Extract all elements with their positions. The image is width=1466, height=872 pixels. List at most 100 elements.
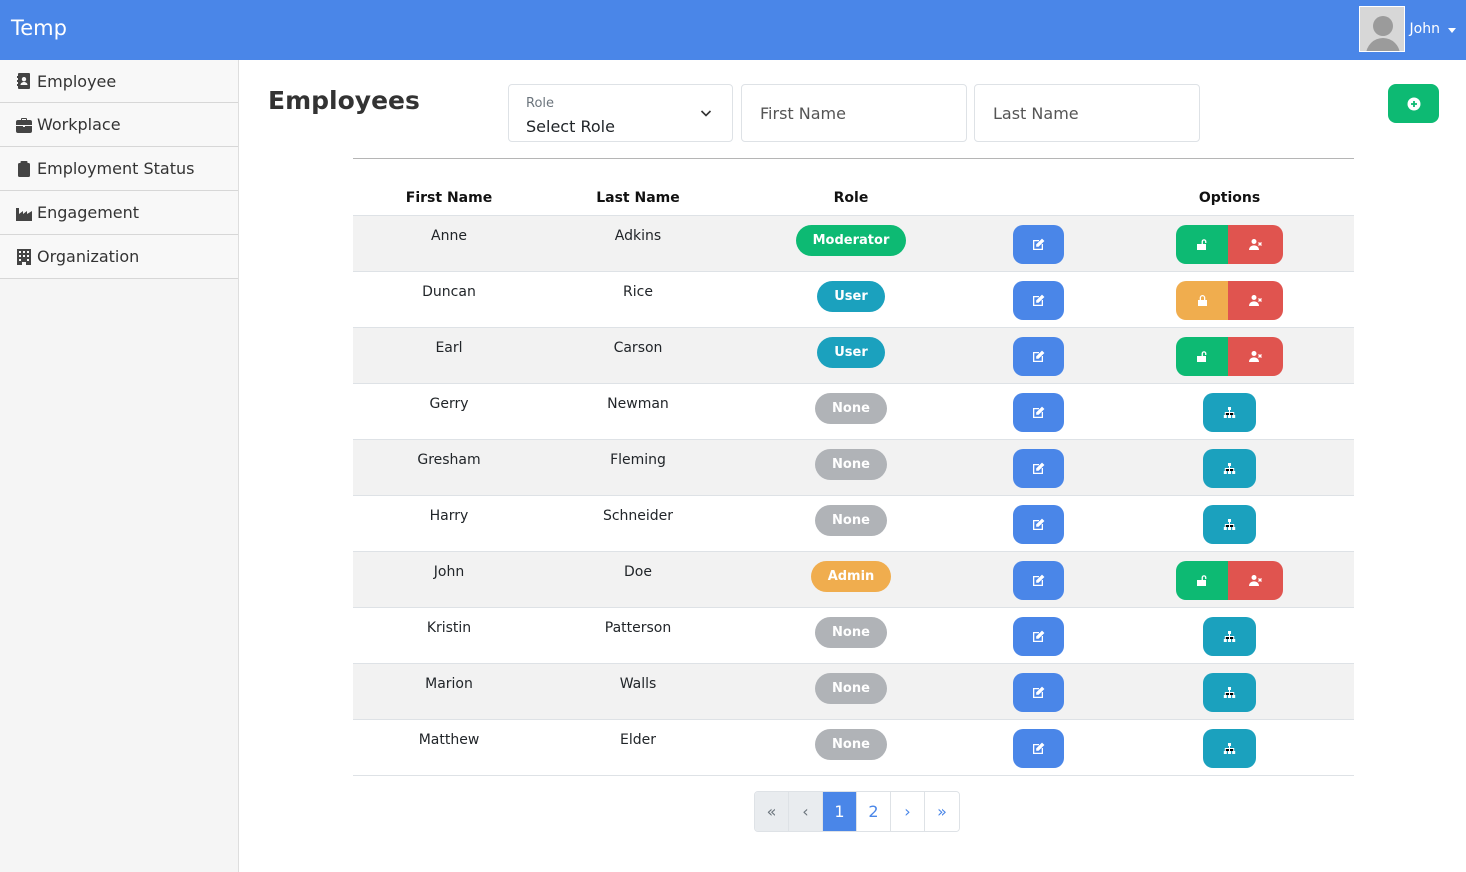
- edit-button[interactable]: [1012, 672, 1064, 712]
- options-cell: [1105, 663, 1354, 720]
- brand-title[interactable]: Temp: [11, 16, 67, 40]
- first-name-filter-input[interactable]: [741, 84, 967, 142]
- page-2-button[interactable]: 2: [857, 792, 891, 831]
- chevron-down-icon: [700, 110, 712, 117]
- role-badge: None: [815, 504, 887, 536]
- hierarchy-button[interactable]: [1203, 728, 1256, 768]
- hierarchy-button[interactable]: [1203, 672, 1256, 712]
- edit-button[interactable]: [1012, 392, 1064, 432]
- edit-button[interactable]: [1012, 504, 1064, 544]
- first-name-cell: Kristin: [353, 607, 545, 664]
- edit-cell: [971, 663, 1105, 720]
- page-first-button[interactable]: «: [755, 792, 789, 831]
- edit-icon: [1032, 630, 1044, 642]
- remove-account-button[interactable]: [1228, 560, 1283, 600]
- edit-icon: [1032, 238, 1044, 250]
- page-1-button[interactable]: 1: [823, 792, 857, 831]
- role-select[interactable]: Role Select Role: [508, 84, 733, 142]
- sidebar-item-organization[interactable]: Organization: [0, 235, 238, 279]
- column-header: Options: [1105, 159, 1354, 216]
- lock-account-button[interactable]: [1176, 560, 1228, 600]
- role-cell: None: [731, 383, 971, 440]
- role-cell: Admin: [731, 551, 971, 608]
- role-badge: None: [815, 672, 887, 704]
- sidebar-item-workplace[interactable]: Workplace: [0, 103, 238, 147]
- role-select-value: Select Role: [526, 117, 615, 136]
- column-header: Last Name: [545, 159, 731, 216]
- role-cell: None: [731, 439, 971, 496]
- remove-account-button[interactable]: [1228, 336, 1283, 376]
- clipboard-icon: [18, 160, 30, 177]
- last-name-cell: Newman: [545, 383, 731, 440]
- remove-account-button[interactable]: [1228, 280, 1283, 320]
- hierarchy-button[interactable]: [1203, 504, 1256, 544]
- role-badge: User: [817, 336, 885, 368]
- role-cell: None: [731, 663, 971, 720]
- edit-button[interactable]: [1012, 224, 1064, 264]
- page-next-button[interactable]: ›: [891, 792, 925, 831]
- edit-button[interactable]: [1012, 560, 1064, 600]
- sitemap-icon: [1223, 462, 1236, 474]
- edit-button[interactable]: [1012, 448, 1064, 488]
- first-name-cell: Harry: [353, 495, 545, 552]
- last-name-cell: Carson: [545, 327, 731, 384]
- options-cell: [1105, 215, 1354, 272]
- role-badge: None: [815, 728, 887, 760]
- table-row: Kristin Patterson None: [353, 607, 1354, 664]
- lock-account-button[interactable]: [1176, 224, 1228, 264]
- first-name-cell: Duncan: [353, 271, 545, 328]
- edit-button[interactable]: [1012, 336, 1064, 376]
- edit-button[interactable]: [1012, 616, 1064, 656]
- table-row: Matthew Elder None: [353, 719, 1354, 776]
- edit-button[interactable]: [1012, 728, 1064, 768]
- role-cell: None: [731, 495, 971, 552]
- lock-account-button[interactable]: [1176, 336, 1228, 376]
- edit-icon: [1032, 350, 1044, 362]
- last-name-filter-input[interactable]: [974, 84, 1200, 142]
- table-row: Earl Carson User: [353, 327, 1354, 384]
- lock-icon: [1197, 294, 1207, 306]
- user-remove-icon: [1249, 238, 1262, 250]
- avatar: [1358, 6, 1405, 52]
- edit-cell: [971, 327, 1105, 384]
- table-row: Duncan Rice User: [353, 271, 1354, 328]
- edit-icon: [1032, 574, 1044, 586]
- edit-cell: [971, 439, 1105, 496]
- role-cell: User: [731, 327, 971, 384]
- sidebar-item-label: Organization: [37, 247, 140, 266]
- add-employee-button[interactable]: [1388, 84, 1439, 123]
- edit-icon: [1032, 686, 1044, 698]
- role-cell: None: [731, 607, 971, 664]
- hierarchy-button[interactable]: [1203, 392, 1256, 432]
- employees-table: First Name Last Name Role Options Anne Ad…: [353, 158, 1354, 776]
- role-badge: None: [815, 448, 887, 480]
- edit-button[interactable]: [1012, 280, 1064, 320]
- edit-cell: [971, 607, 1105, 664]
- building-icon: [17, 248, 31, 265]
- sidebar: Employee Workplace Employment Status Eng…: [0, 60, 239, 872]
- sidebar-item-engagement[interactable]: Engagement: [0, 191, 238, 235]
- sitemap-icon: [1223, 686, 1236, 698]
- remove-account-button[interactable]: [1228, 224, 1283, 264]
- unlock-icon: [1196, 238, 1206, 250]
- hierarchy-button[interactable]: [1203, 448, 1256, 488]
- options-cell: [1105, 551, 1354, 608]
- table-row: Harry Schneider None: [353, 495, 1354, 552]
- account-actions-group: [1176, 336, 1283, 376]
- first-name-cell: Marion: [353, 663, 545, 720]
- edit-cell: [971, 271, 1105, 328]
- page-last-button[interactable]: »: [925, 792, 959, 831]
- edit-cell: [971, 551, 1105, 608]
- page-prev-button[interactable]: ‹: [789, 792, 823, 831]
- sidebar-item-employee[interactable]: Employee: [0, 60, 238, 103]
- unlock-account-button[interactable]: [1176, 280, 1228, 320]
- unlock-icon: [1196, 574, 1206, 586]
- role-cell: User: [731, 271, 971, 328]
- unlock-icon: [1196, 350, 1206, 362]
- first-name-cell: Gerry: [353, 383, 545, 440]
- pagination: « ‹ 1 2 › »: [754, 791, 960, 832]
- user-menu[interactable]: John: [1358, 5, 1466, 53]
- sidebar-item-employment-status[interactable]: Employment Status: [0, 147, 238, 191]
- hierarchy-button[interactable]: [1203, 616, 1256, 656]
- last-name-cell: Elder: [545, 719, 731, 776]
